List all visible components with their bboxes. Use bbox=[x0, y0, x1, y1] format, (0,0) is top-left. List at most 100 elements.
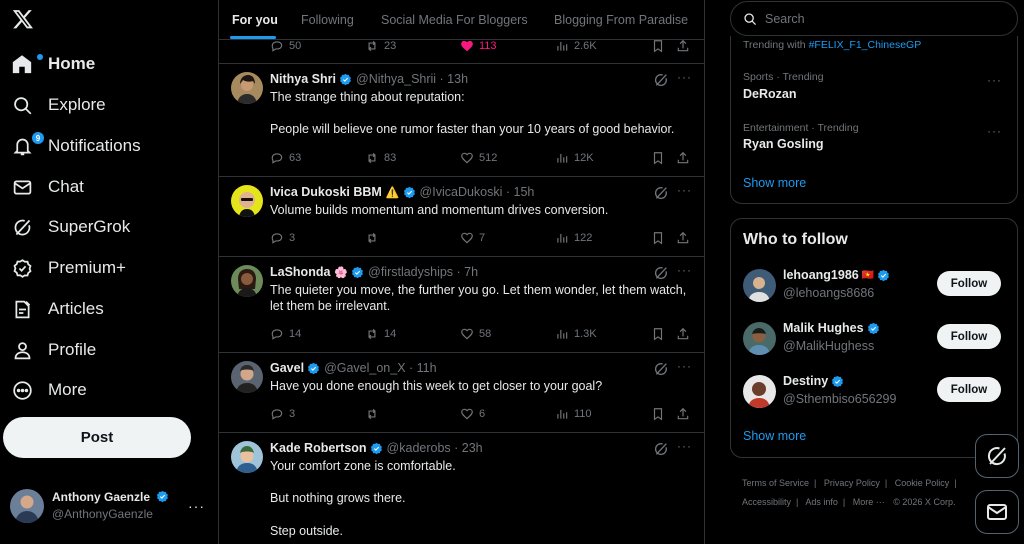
avatar[interactable] bbox=[231, 72, 263, 104]
author-meta[interactable]: @firstladyships · 7h bbox=[368, 265, 478, 279]
repost-button[interactable]: 23 bbox=[365, 39, 396, 53]
footer-link-accessibility[interactable]: Accessibility bbox=[742, 497, 791, 507]
author-name[interactable]: Nithya Shri bbox=[270, 72, 336, 86]
grok-icon[interactable] bbox=[653, 441, 669, 457]
author-name[interactable]: Ivica Dukoski BBM bbox=[270, 185, 382, 199]
avatar[interactable] bbox=[743, 322, 776, 355]
repost-button[interactable] bbox=[365, 231, 384, 245]
tab-following[interactable]: Following bbox=[301, 0, 354, 40]
footer-link-cookies[interactable]: Cookie Policy bbox=[895, 478, 950, 488]
more-icon[interactable]: ··· bbox=[677, 359, 692, 373]
search-input[interactable] bbox=[765, 11, 1005, 26]
avatar[interactable] bbox=[231, 361, 263, 393]
reply-button[interactable]: 63 bbox=[270, 151, 301, 165]
follow-button[interactable]: Follow bbox=[937, 377, 1001, 402]
follow-suggestion[interactable]: lehoang1986 🇻🇳 @lehoangs8686 Follow bbox=[731, 265, 1017, 305]
tweet[interactable]: LaShonda 🌸 @firstladyships · 7h ··· The … bbox=[219, 257, 704, 353]
account-switcher[interactable]: Anthony Gaenzle @AnthonyGaenzle ··· bbox=[10, 486, 210, 526]
tweet[interactable]: Kade Robertson @kaderobs · 23h ··· Your … bbox=[219, 433, 704, 544]
views-button[interactable]: 12K bbox=[555, 151, 594, 165]
follow-button[interactable]: Follow bbox=[937, 324, 1001, 349]
grok-icon[interactable] bbox=[653, 361, 669, 377]
follow-suggestion[interactable]: Destiny @Sthembiso656299 Follow bbox=[731, 371, 1017, 411]
repost-button[interactable]: 83 bbox=[365, 151, 396, 165]
like-button[interactable]: 512 bbox=[460, 151, 497, 165]
nav-home[interactable]: Home bbox=[0, 47, 200, 81]
share-button[interactable] bbox=[676, 231, 690, 245]
author-name[interactable]: Gavel bbox=[270, 361, 304, 375]
search-bar[interactable] bbox=[730, 1, 1018, 36]
bookmark-button[interactable] bbox=[651, 407, 665, 421]
footer-link-privacy[interactable]: Privacy Policy bbox=[824, 478, 880, 488]
nav-articles[interactable]: Articles bbox=[0, 292, 200, 326]
share-button[interactable] bbox=[676, 39, 690, 53]
views-button[interactable]: 110 bbox=[555, 407, 592, 421]
tweet[interactable]: Gavel @Gavel_on_X · 11h ··· Have you don… bbox=[219, 353, 704, 433]
x-logo-icon[interactable] bbox=[12, 8, 34, 30]
views-button[interactable]: 2.6K bbox=[555, 39, 597, 53]
more-icon[interactable]: ··· bbox=[677, 439, 692, 453]
trend-item-derozan[interactable]: DeRozan bbox=[743, 87, 796, 101]
share-button[interactable] bbox=[676, 327, 690, 341]
author-meta[interactable]: @Gavel_on_X · 11h bbox=[324, 361, 437, 375]
author-meta[interactable]: @Nithya_Shrii · 13h bbox=[356, 72, 468, 86]
trend-context[interactable]: Trending with #FELIX_F1_ChineseGP bbox=[743, 39, 921, 51]
reply-button[interactable]: 3 bbox=[270, 231, 295, 245]
more-icon[interactable]: ··· bbox=[677, 183, 692, 197]
share-button[interactable] bbox=[676, 407, 690, 421]
nav-chat[interactable]: Chat bbox=[0, 170, 200, 204]
footer-link-more[interactable]: More ··· bbox=[853, 497, 885, 507]
tweet[interactable]: Ivica Dukoski BBM ⚠️ @IvicaDukoski · 15h… bbox=[219, 177, 704, 257]
avatar[interactable] bbox=[231, 441, 263, 473]
footer-link-terms[interactable]: Terms of Service bbox=[742, 478, 809, 488]
like-button[interactable]: 7 bbox=[460, 231, 485, 245]
follow-suggestion[interactable]: Malik Hughes @MalikHughess Follow bbox=[731, 318, 1017, 358]
avatar[interactable] bbox=[231, 265, 263, 297]
grok-icon[interactable] bbox=[653, 185, 669, 201]
messages-floating-button[interactable] bbox=[975, 490, 1019, 534]
tweet[interactable]: Nithya Shri @Nithya_Shrii · 13h ··· The … bbox=[219, 64, 704, 177]
follow-button[interactable]: Follow bbox=[937, 271, 1001, 296]
avatar[interactable] bbox=[743, 269, 776, 302]
share-button[interactable] bbox=[676, 151, 690, 165]
like-button[interactable]: 113 bbox=[460, 39, 497, 53]
more-icon[interactable]: ··· bbox=[987, 73, 1002, 87]
reply-button[interactable]: 3 bbox=[270, 407, 295, 421]
author-meta[interactable]: @kaderobs · 23h bbox=[387, 441, 483, 455]
grok-floating-button[interactable] bbox=[975, 434, 1019, 478]
tab-blogging-from-paradise[interactable]: Blogging From Paradise bbox=[554, 0, 688, 40]
repost-button[interactable] bbox=[365, 407, 384, 421]
nav-premium[interactable]: Premium+ bbox=[0, 251, 200, 285]
views-button[interactable]: 1.3K bbox=[555, 327, 597, 341]
more-icon[interactable]: ··· bbox=[677, 70, 692, 84]
footer-link-ads-info[interactable]: Ads info bbox=[805, 497, 838, 507]
who-to-follow-show-more-link[interactable]: Show more bbox=[743, 429, 806, 443]
author-name[interactable]: LaShonda bbox=[270, 265, 330, 279]
nav-explore[interactable]: Explore bbox=[0, 88, 200, 122]
grok-icon[interactable] bbox=[653, 72, 669, 88]
like-button[interactable]: 6 bbox=[460, 407, 485, 421]
trends-show-more-link[interactable]: Show more bbox=[743, 176, 806, 190]
grok-icon[interactable] bbox=[653, 265, 669, 281]
nav-notifications[interactable]: 9 Notifications bbox=[0, 129, 200, 163]
bookmark-button[interactable] bbox=[651, 231, 665, 245]
nav-supergrok[interactable]: SuperGrok bbox=[0, 210, 200, 244]
more-icon[interactable]: ··· bbox=[987, 124, 1002, 138]
trend-item-ryan-gosling[interactable]: Ryan Gosling bbox=[743, 137, 824, 151]
tab-for-you[interactable]: For you bbox=[232, 0, 278, 40]
author-name[interactable]: Kade Robertson bbox=[270, 441, 367, 455]
author-meta[interactable]: @IvicaDukoski · 15h bbox=[420, 185, 535, 199]
like-button[interactable]: 58 bbox=[460, 327, 491, 341]
repost-button[interactable]: 14 bbox=[365, 327, 396, 341]
nav-more[interactable]: More bbox=[0, 373, 200, 407]
views-button[interactable]: 122 bbox=[555, 231, 592, 245]
nav-profile[interactable]: Profile bbox=[0, 333, 200, 367]
more-icon[interactable]: ··· bbox=[677, 263, 692, 277]
bookmark-button[interactable] bbox=[651, 151, 665, 165]
post-button[interactable]: Post bbox=[3, 417, 191, 458]
avatar[interactable] bbox=[231, 185, 263, 217]
bookmark-button[interactable] bbox=[651, 327, 665, 341]
avatar[interactable] bbox=[743, 375, 776, 408]
bookmark-button[interactable] bbox=[651, 39, 665, 53]
tab-social-media-for-bloggers[interactable]: Social Media For Bloggers bbox=[381, 0, 528, 40]
